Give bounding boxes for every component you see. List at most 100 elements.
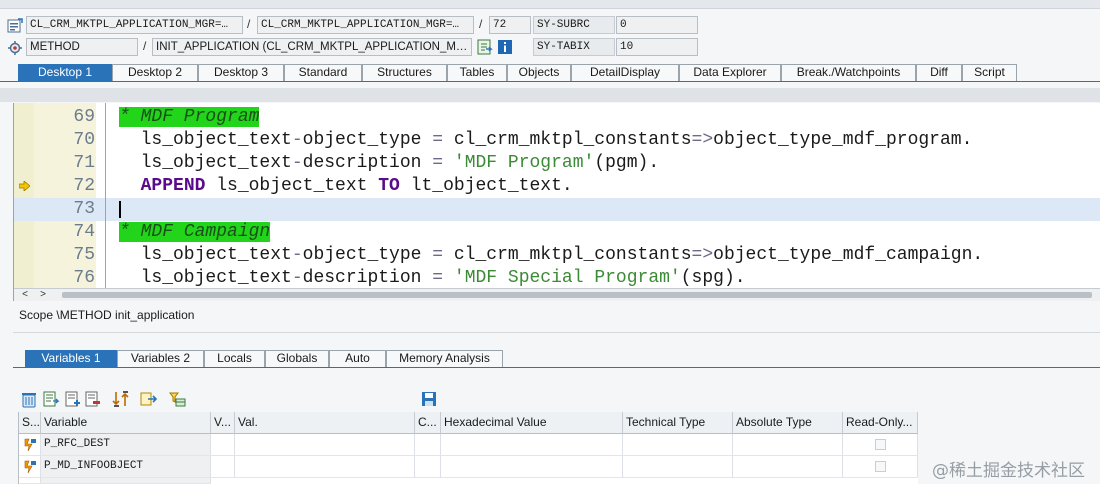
line-number: 75 [73,245,95,265]
tab-globals[interactable]: Globals [265,350,329,367]
program-field[interactable]: CL_CRM_MKTPL_APPLICATION_MGR=… [26,16,243,34]
horizontal-scrollbar[interactable]: < > [14,288,1100,301]
hex-value-cell [441,456,623,478]
tab-memory-analysis[interactable]: Memory Analysis [386,350,503,367]
table-cell [211,456,235,478]
read-only-cell [843,456,918,478]
tab-detaildisplay[interactable]: DetailDisplay [571,64,679,81]
current-statement-arrow-icon [19,181,30,191]
tab-desktop-2[interactable]: Desktop 2 [112,64,198,81]
variable-name-cell[interactable]: P_MD_INFOOBJECT [41,456,211,478]
top-strip [0,0,1100,9]
variable-name-cell[interactable]: P_RFC_DEST [41,434,211,456]
scroll-right-button[interactable]: > [36,289,50,301]
value-cell[interactable] [235,434,415,456]
column-header-absolute-type[interactable]: Absolute Type [733,412,843,434]
code-line[interactable]: 70 ls_object_text-object_type = cl_crm_m… [14,129,1100,152]
navigate-source-icon[interactable] [477,39,493,55]
read-only-cell [843,434,918,456]
tab-diff[interactable]: Diff [916,64,962,81]
line-number: 69 [73,107,95,127]
scrollbar-thumb[interactable] [62,292,1092,298]
column-header-v[interactable]: V... [211,412,235,434]
event-type-field[interactable]: METHOD [26,38,138,56]
column-header-value[interactable]: Val. [235,412,415,434]
watermark-text: @稀土掘金技术社区 [932,461,1085,481]
tab-script[interactable]: Script [962,64,1017,81]
tab-variables-1[interactable]: Variables 1 [25,350,117,367]
tabstrip-underline [0,81,1100,82]
source-code-editor[interactable]: 69 * MDF Program 70 ls_object_text-objec… [13,103,1100,301]
column-header-c[interactable]: C... [415,412,441,434]
row-status-cell [19,478,41,484]
sort-icon[interactable] [112,390,130,408]
tab-desktop-3[interactable]: Desktop 3 [198,64,284,81]
tab-objects[interactable]: Objects [507,64,571,81]
tab-standard[interactable]: Standard [284,64,362,81]
code-text: ls_object_text-description = 'MDF Specia… [119,268,746,288]
filter-table-icon[interactable] [168,390,186,408]
line-number: 76 [73,268,95,288]
sy-tabix-value[interactable]: 10 [616,38,698,56]
line-number: 72 [73,176,95,196]
read-only-checkbox[interactable] [875,439,886,450]
variable-name-cell[interactable] [41,478,211,484]
code-text: ls_object_text-object_type = cl_crm_mktp… [119,245,984,265]
code-line[interactable]: 69 * MDF Program [14,106,1100,129]
column-header-variable[interactable]: Variable [41,412,211,434]
column-header-hex-value[interactable]: Hexadecimal Value [441,412,623,434]
tab-auto[interactable]: Auto [329,350,386,367]
read-only-checkbox[interactable] [875,461,886,472]
code-line-cursor[interactable]: 73 [14,198,1100,221]
column-header-status[interactable]: S... [19,412,41,434]
code-line[interactable]: 71 ls_object_text-description = 'MDF Pro… [14,152,1100,175]
transfer-icon[interactable] [140,390,158,408]
event-name-field[interactable]: INIT_APPLICATION (CL_CRM_MKTPL_APPLICATI… [152,38,472,56]
sy-subrc-value[interactable]: 0 [616,16,698,34]
code-line[interactable]: 76 ls_object_text-description = 'MDF Spe… [14,267,1100,290]
separator-slash: / [143,39,147,53]
debugger-header: CL_CRM_MKTPL_APPLICATION_MGR=… / CL_CRM_… [0,12,1100,62]
code-line[interactable]: 75 ls_object_text-object_type = cl_crm_m… [14,244,1100,267]
info-icon[interactable] [497,39,513,55]
sy-subrc-label: SY-SUBRC [533,16,615,34]
tab-breakpoints-watchpoints[interactable]: Break./Watchpoints [781,64,916,81]
code-line[interactable]: 74 * MDF Campaign [14,221,1100,244]
column-header-technical-type[interactable]: Technical Type [623,412,733,434]
include-field[interactable]: CL_CRM_MKTPL_APPLICATION_MGR=… [257,16,474,34]
line-number: 71 [73,153,95,173]
separator-slash: / [247,17,251,31]
delete-icon[interactable] [20,390,38,408]
scroll-left-button[interactable]: < [18,289,32,301]
tab-desktop-1[interactable]: Desktop 1 [18,64,112,81]
delete-row-icon[interactable] [84,390,102,408]
line-number: 73 [73,199,95,219]
tab-data-explorer[interactable]: Data Explorer [679,64,781,81]
table-cell [415,456,441,478]
line-number-field[interactable]: 72 [489,16,531,34]
sy-tabix-label: SY-TABIX [533,38,615,56]
absolute-type-cell [733,456,843,478]
tab-locals[interactable]: Locals [204,350,265,367]
detail-view-icon[interactable] [42,390,60,408]
insert-row-icon[interactable] [64,390,82,408]
table-cell [415,434,441,456]
hex-value-cell [441,434,623,456]
tab-tables[interactable]: Tables [447,64,507,81]
program-icon [7,18,23,33]
value-cell[interactable] [235,456,415,478]
header-row-event: METHOD / INIT_APPLICATION (CL_CRM_MKTPL_… [0,38,1100,58]
code-text: APPEND ls_object_text TO lt_object_text. [140,176,573,196]
code-text: * MDF Program [119,106,260,129]
column-header-read-only[interactable]: Read-Only... [843,412,918,434]
text-cursor [119,201,121,218]
variable-type-icon [24,460,36,474]
code-text: * MDF Campaign [119,221,271,244]
code-text: ls_object_text-object_type = cl_crm_mktp… [119,130,973,150]
tab-structures[interactable]: Structures [362,64,447,81]
table-cell [211,434,235,456]
tab-variables-2[interactable]: Variables 2 [117,350,204,367]
code-line-current[interactable]: 72 APPEND ls_object_text TO lt_object_te… [14,175,1100,198]
save-icon[interactable] [420,390,438,408]
technical-type-cell [623,434,733,456]
